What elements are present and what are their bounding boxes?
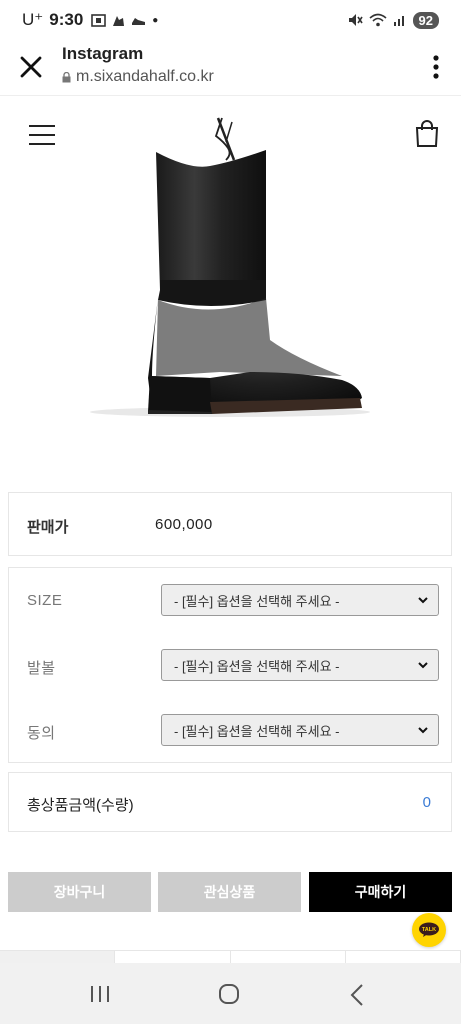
wishlist-button[interactable]: 관심상품	[158, 872, 301, 912]
url-text: m.sixandahalf.co.kr	[76, 68, 214, 85]
mute-icon	[348, 14, 363, 26]
signal-icon	[393, 16, 404, 26]
detail-tab-strip	[0, 950, 461, 963]
option-row-size: SIZE - [필수] 옵션을 선택해 주세요 -	[9, 584, 453, 616]
system-navigation-bar	[0, 963, 461, 1024]
chevron-down-icon	[418, 727, 428, 734]
add-to-cart-button[interactable]: 장바구니	[8, 872, 151, 912]
width-select[interactable]: - [필수] 옵션을 선택해 주세요 -	[161, 649, 439, 681]
select-value: - [필수] 옵션을 선택해 주세요 -	[174, 723, 340, 739]
option-label: 발볼	[27, 660, 56, 677]
price-box: 판매가 600,000	[8, 492, 452, 556]
wifi-icon	[369, 13, 387, 27]
price-label: 판매가	[27, 519, 69, 536]
lock-icon	[62, 71, 71, 82]
chevron-down-icon	[418, 597, 428, 604]
system-icons: 92	[347, 11, 439, 29]
status-time: 9:30	[49, 10, 84, 29]
shopping-bag-icon[interactable]	[414, 120, 440, 148]
tab-4[interactable]	[346, 951, 461, 963]
chevron-down-icon	[418, 662, 428, 669]
size-select[interactable]: - [필수] 옵션을 선택해 주세요 -	[161, 584, 439, 616]
carrier-label: U⁺	[22, 10, 44, 29]
total-value: 0	[422, 794, 431, 811]
product-image[interactable]	[60, 140, 400, 430]
status-bar: U⁺ 9:30 ● 92	[0, 0, 461, 40]
option-label: SIZE	[27, 592, 63, 609]
shoe-icon	[132, 17, 146, 25]
kakao-talk-icon: TALK	[419, 922, 439, 937]
select-value: - [필수] 옵션을 선택해 주세요 -	[174, 593, 340, 609]
hamburger-icon[interactable]	[28, 124, 56, 146]
in-app-browser-bar: Instagram m.sixandahalf.co.kr	[0, 40, 461, 96]
total-label: 총상품금액(수량)	[27, 797, 134, 814]
more-notifications-dot: ●	[152, 14, 159, 26]
kebab-menu-icon[interactable]	[433, 54, 439, 80]
home-icon[interactable]	[218, 983, 240, 1005]
tab-3[interactable]	[231, 951, 346, 963]
total-box: 총상품금액(수량) 0	[8, 772, 452, 832]
price-value: 600,000	[155, 516, 213, 533]
select-value: - [필수] 옵션을 선택해 주세요 -	[174, 658, 340, 674]
option-label: 동의	[27, 725, 56, 742]
kakao-talk-button[interactable]: TALK	[412, 913, 446, 947]
tab-2[interactable]	[115, 951, 231, 963]
buy-now-button[interactable]: 구매하기	[309, 872, 452, 912]
close-icon[interactable]	[18, 54, 44, 80]
hand-icon	[113, 15, 125, 26]
recent-apps-icon[interactable]	[89, 983, 111, 1005]
screenshot-icon	[91, 13, 107, 27]
option-row-agree: 동의 - [필수] 옵션을 선택해 주세요 -	[9, 714, 453, 746]
options-box: SIZE - [필수] 옵션을 선택해 주세요 - 발볼 - [필수] 옵션을 …	[8, 567, 452, 763]
browser-url: m.sixandahalf.co.kr	[62, 68, 214, 86]
tab-1[interactable]	[0, 951, 116, 963]
kakao-talk-label: TALK	[422, 927, 436, 933]
agree-select[interactable]: - [필수] 옵션을 선택해 주세요 -	[161, 714, 439, 746]
browser-title: Instagram	[62, 44, 144, 63]
option-row-width: 발볼 - [필수] 옵션을 선택해 주세요 -	[9, 649, 453, 681]
notification-icons	[91, 13, 146, 27]
battery-indicator: 92	[412, 11, 439, 29]
back-icon[interactable]	[350, 983, 364, 1007]
